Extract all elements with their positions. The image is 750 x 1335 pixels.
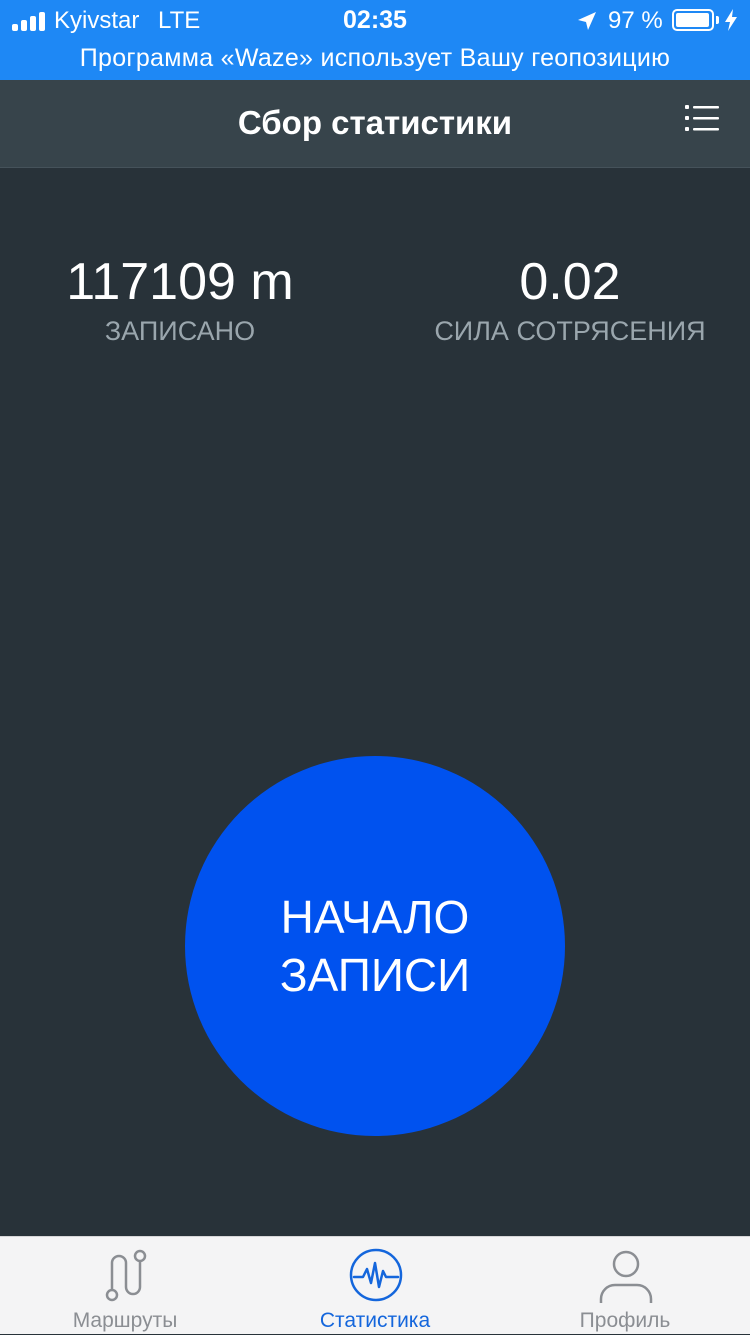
battery-percent: 97 % (608, 7, 663, 34)
tab-routes-label: Маршруты (72, 1309, 178, 1332)
tab-statistics[interactable]: Статистика (250, 1237, 500, 1335)
shake-value: 0.02 (519, 253, 621, 311)
battery-fill (676, 13, 709, 27)
record-label-line2: ЗАПИСИ (279, 949, 471, 1001)
shake-label: СИЛА СОТРЯСЕНИЯ (434, 316, 706, 346)
battery-cap (716, 16, 719, 24)
nav-bar: Сбор статистики (0, 80, 750, 168)
shake-stat: 0.02 СИЛА СОТРЯСЕНИЯ (390, 250, 750, 347)
start-recording-button[interactable]: НАЧАЛО ЗАПИСИ (185, 756, 565, 1136)
battery-icon (672, 9, 714, 31)
status-bar: Kyivstar LTE 02:35 97 % Программа «Waze»… (0, 0, 750, 80)
record-label-line1: НАЧАЛО (280, 891, 470, 943)
record-button-label: НАЧАЛО ЗАПИСИ (245, 888, 505, 1004)
page-title: Сбор статистики (237, 104, 513, 141)
routes-icon (105, 1249, 147, 1302)
recorded-value: 117109 m (66, 253, 294, 311)
list-icon[interactable] (676, 102, 724, 142)
charging-bolt-icon (725, 9, 737, 31)
tab-statistics-label: Статистика (319, 1309, 431, 1332)
profile-icon (599, 1250, 653, 1303)
waveform-icon (349, 1248, 403, 1302)
status-row: Kyivstar LTE 02:35 97 % (0, 0, 750, 42)
recorded-stat: 117109 m ЗАПИСАНО (0, 250, 360, 347)
tab-bar: Маршруты Статистика Профиль (0, 1236, 750, 1334)
recorded-label: ЗАПИСАНО (104, 316, 256, 346)
tab-routes[interactable]: Маршруты (0, 1237, 250, 1335)
location-arrow-icon (578, 12, 596, 30)
tab-profile-label: Профиль (579, 1309, 671, 1332)
location-banner[interactable]: Программа «Waze» использует Вашу геопози… (0, 44, 750, 73)
tab-profile[interactable]: Профиль (500, 1237, 750, 1335)
